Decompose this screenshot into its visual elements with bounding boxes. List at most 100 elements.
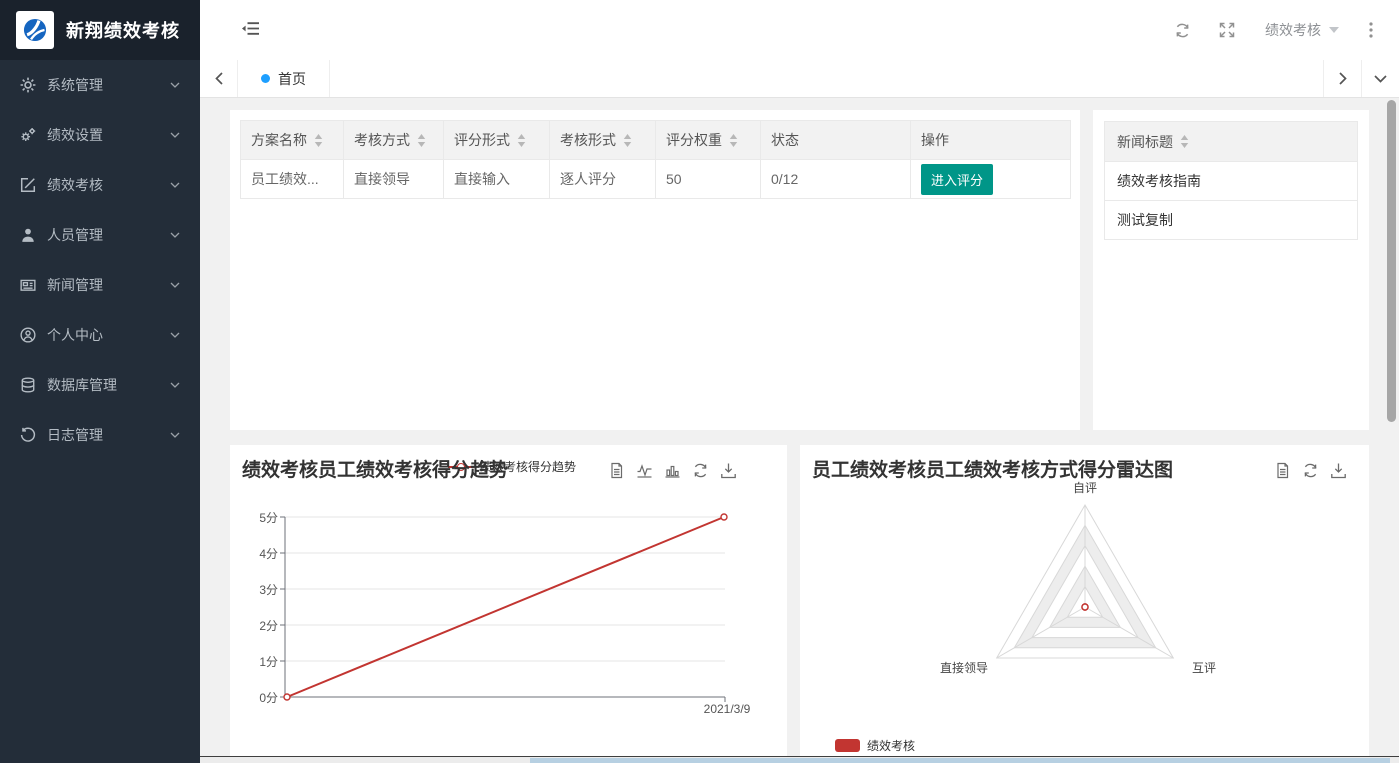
sidebar-item-label: 新闻管理	[47, 275, 103, 295]
chevron-down-icon	[170, 432, 180, 438]
fullscreen-button[interactable]	[1205, 22, 1249, 38]
cell-score-form: 直接输入	[444, 160, 550, 199]
sidebar-item-logs[interactable]: 日志管理	[0, 410, 200, 460]
chevron-right-icon	[1339, 72, 1347, 85]
cell-score-weight: 50	[656, 160, 761, 199]
news-table: 新闻标题 绩效考核指南 测试复制	[1104, 121, 1358, 240]
tabs-scroll-right-button[interactable]	[1323, 60, 1361, 97]
y-axis-tick-label: 0分	[230, 689, 278, 706]
sidebar-item-performance-settings[interactable]: 绩效设置	[0, 110, 200, 160]
column-header[interactable]: 考核形式	[550, 121, 656, 160]
download-icon[interactable]	[1330, 462, 1347, 479]
radar-toolbox	[1274, 462, 1347, 479]
profile-icon	[20, 327, 36, 343]
cell-review-form: 逐人评分	[550, 160, 656, 199]
sort-icon[interactable]	[417, 134, 426, 147]
enter-scoring-button[interactable]: 进入评分	[921, 164, 993, 195]
brand-title: 新翔绩效考核	[66, 17, 180, 43]
cell-plan-name: 员工绩效...	[241, 160, 344, 199]
sidebar-item-label: 人员管理	[47, 225, 103, 245]
sidebar-item-news[interactable]: 新闻管理	[0, 260, 200, 310]
news-row[interactable]: 绩效考核指南	[1105, 162, 1358, 201]
chevron-down-icon	[170, 82, 180, 88]
app-root: 新翔绩效考核 系统管理 绩效设置	[0, 0, 1399, 763]
chevron-down-icon	[170, 132, 180, 138]
horizontal-scrollbar[interactable]	[200, 756, 1399, 763]
sidebar-item-profile[interactable]: 个人中心	[0, 310, 200, 360]
tabs-menu-button[interactable]	[1361, 60, 1399, 97]
gear-icon	[20, 77, 36, 93]
radar-chart-title: 员工绩效考核员工绩效考核方式得分雷达图	[812, 455, 1173, 482]
restore-icon[interactable]	[1302, 462, 1319, 479]
sort-icon[interactable]	[729, 134, 738, 147]
sidebar-item-label: 系统管理	[47, 75, 103, 95]
trend-chart-title: 绩效考核员工绩效考核得分趋势	[242, 455, 508, 482]
sort-icon[interactable]	[517, 134, 526, 147]
news-item-title[interactable]: 绩效考核指南	[1105, 162, 1358, 201]
active-tab-dot	[261, 74, 270, 83]
sidebar-item-label: 绩效设置	[47, 125, 103, 145]
sidebar-item-system[interactable]: 系统管理	[0, 60, 200, 110]
column-header: 状态	[761, 121, 911, 160]
sort-icon[interactable]	[1180, 135, 1189, 148]
tab-home-label: 首页	[278, 69, 306, 89]
plan-table-card: 方案名称 考核方式 评分形式 考核形式 评分权重 状态 操作 员工绩效... 直…	[230, 110, 1080, 430]
radar-series-legend-swatch	[835, 739, 860, 752]
column-header[interactable]: 方案名称	[241, 121, 344, 160]
sidebar-item-personnel[interactable]: 人员管理	[0, 210, 200, 260]
sort-icon[interactable]	[314, 134, 323, 147]
kebab-icon	[1369, 22, 1373, 38]
sidebar-item-performance-review[interactable]: 绩效考核	[0, 160, 200, 210]
data-view-icon[interactable]	[608, 462, 625, 479]
switch-line-chart-icon[interactable]	[636, 462, 653, 479]
vertical-scrollbar[interactable]	[1384, 98, 1399, 763]
tabs-scroll-left-button[interactable]	[200, 60, 238, 97]
radar-indicator-peer: 互评	[1192, 659, 1216, 676]
logo-band: 新翔绩效考核	[0, 0, 200, 60]
column-header[interactable]: 评分权重	[656, 121, 761, 160]
news-card: 新闻标题 绩效考核指南 测试复制	[1093, 110, 1369, 430]
tabbar-spacer	[330, 60, 1323, 97]
refresh-button[interactable]	[1160, 22, 1205, 39]
cogs-icon	[20, 127, 36, 143]
cell-status: 0/12	[761, 160, 911, 199]
news-item-title[interactable]: 测试复制	[1105, 201, 1358, 240]
cell-action: 进入评分	[911, 160, 1071, 199]
user-menu[interactable]: 绩效考核	[1249, 20, 1355, 40]
sort-icon[interactable]	[623, 134, 632, 147]
sidebar-collapse-button[interactable]	[241, 21, 260, 39]
news-header-row: 新闻标题	[1105, 122, 1358, 162]
sidebar-item-label: 日志管理	[47, 425, 103, 445]
download-icon[interactable]	[720, 462, 737, 479]
main-area: 绩效考核 首页	[200, 0, 1399, 763]
caret-down-icon	[1329, 27, 1339, 33]
horizontal-scrollbar-thumb[interactable]	[530, 758, 1390, 763]
more-menu-button[interactable]	[1355, 22, 1387, 38]
sidebar-item-label: 数据库管理	[47, 375, 117, 395]
vertical-scrollbar-thumb[interactable]	[1387, 100, 1396, 422]
news-icon	[20, 277, 36, 293]
plan-table-header-row: 方案名称 考核方式 评分形式 考核形式 评分权重 状态 操作	[241, 121, 1071, 160]
news-column-header[interactable]: 新闻标题	[1105, 122, 1358, 162]
chevron-down-icon	[170, 382, 180, 388]
restore-icon[interactable]	[692, 462, 709, 479]
sidebar-item-database[interactable]: 数据库管理	[0, 360, 200, 410]
column-header: 操作	[911, 121, 1071, 160]
tab-home[interactable]: 首页	[238, 60, 330, 97]
chevron-down-icon	[170, 332, 180, 338]
data-view-icon[interactable]	[1274, 462, 1291, 479]
topbar-right: 绩效考核	[1160, 0, 1387, 60]
user-icon	[20, 227, 36, 243]
column-header[interactable]: 评分形式	[444, 121, 550, 160]
y-axis-tick-label: 4分	[230, 545, 278, 562]
radar-chart-legend[interactable]: 绩效考核	[835, 737, 915, 754]
plan-table: 方案名称 考核方式 评分形式 考核形式 评分权重 状态 操作 员工绩效... 直…	[240, 120, 1071, 199]
news-row[interactable]: 测试复制	[1105, 201, 1358, 240]
table-row: 员工绩效... 直接领导 直接输入 逐人评分 50 0/12 进入评分	[241, 160, 1071, 199]
switch-bar-chart-icon[interactable]	[664, 462, 681, 479]
refresh-icon	[1174, 22, 1191, 39]
radar-indicator-leader: 直接领导	[940, 659, 988, 676]
chevron-down-icon	[1374, 75, 1387, 83]
column-header[interactable]: 考核方式	[344, 121, 444, 160]
database-icon	[20, 377, 36, 393]
